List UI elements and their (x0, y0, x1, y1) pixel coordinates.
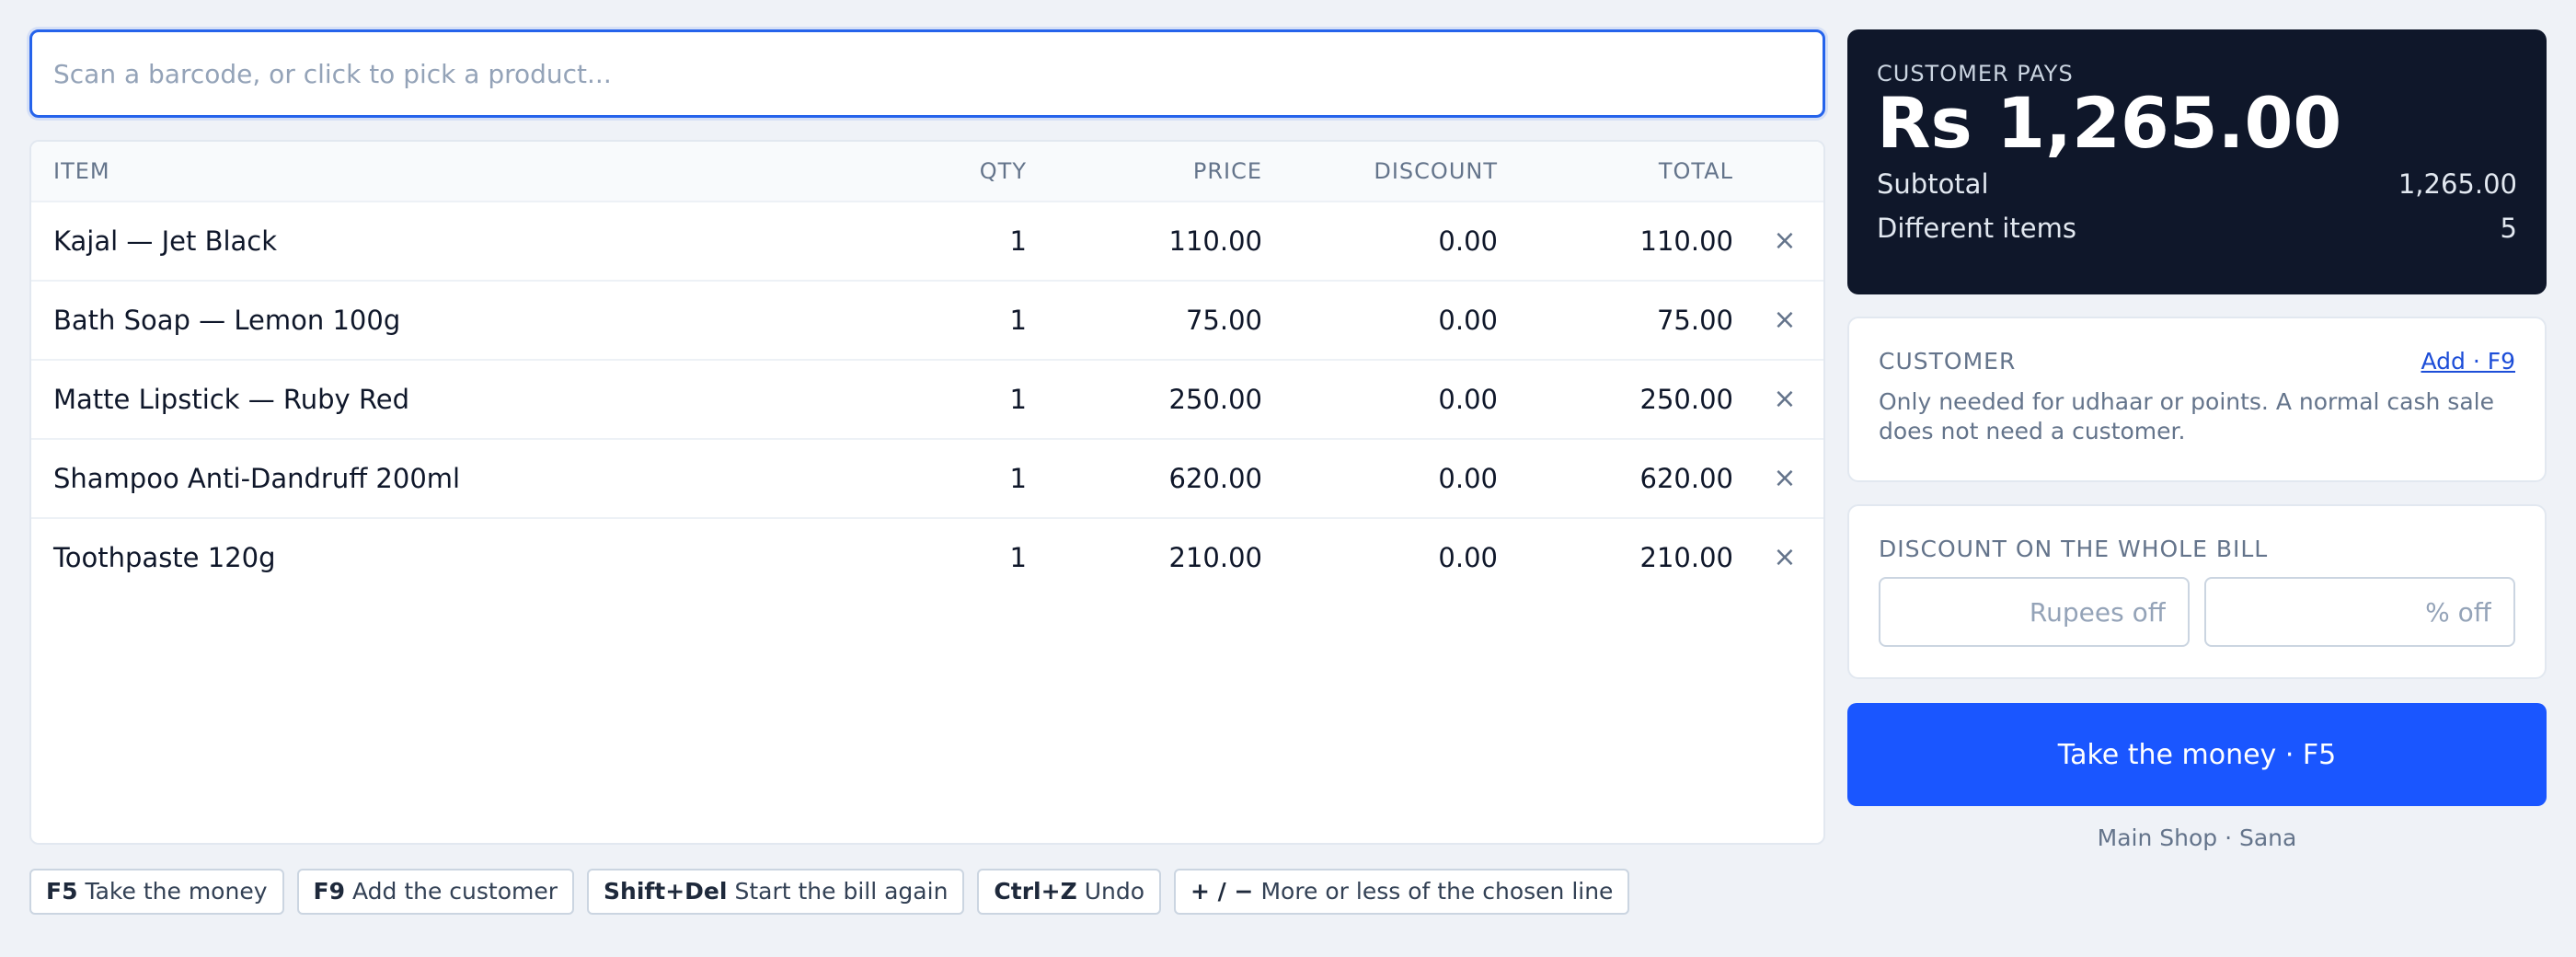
close-icon: × (1773, 541, 1797, 573)
shortcut-take-money: F5 Take the money (29, 869, 284, 915)
column-header-qty: QTY (979, 158, 1027, 184)
close-icon: × (1773, 304, 1797, 336)
item-qty: 1 (1009, 542, 1027, 573)
item-price: 110.00 (1168, 225, 1262, 257)
remove-line-button[interactable]: × (1766, 381, 1803, 418)
shortcut-start-again: Shift+Del Start the bill again (587, 869, 965, 915)
item-total: 75.00 (1656, 305, 1733, 336)
rupees-off-input[interactable] (1879, 577, 2190, 647)
table-row[interactable]: Matte Lipstick — Ruby Red 1 250.00 0.00 … (31, 361, 1823, 440)
product-search[interactable] (29, 29, 1825, 118)
shortcut-key: Ctrl+Z (994, 878, 1077, 905)
item-name: Matte Lipstick — Ruby Red (53, 384, 410, 415)
percent-off-input[interactable] (2204, 577, 2515, 647)
item-price: 250.00 (1168, 384, 1262, 415)
pos-app: ITEM QTY PRICE DISCOUNT TOTAL Kajal — Je… (0, 0, 2576, 957)
item-total: 620.00 (1639, 463, 1733, 494)
total-summary-card: CUSTOMER PAYS Rs 1,265.00 Subtotal 1,265… (1847, 29, 2547, 294)
item-count-line: Different items 5 (1877, 206, 2517, 250)
shortcut-key: F9 (313, 878, 345, 905)
item-price: 210.00 (1168, 542, 1262, 573)
keyboard-shortcuts-bar: F5 Take the money F9 Add the customer Shif… (29, 869, 1630, 915)
remove-line-button[interactable]: × (1766, 539, 1803, 576)
add-customer-link[interactable]: Add · F9 (2421, 348, 2515, 375)
close-icon: × (1773, 383, 1797, 415)
shortcut-label: Start the bill again (734, 878, 949, 905)
item-name: Shampoo Anti-Dandruff 200ml (53, 463, 461, 494)
table-row[interactable]: Kajal — Jet Black 1 110.00 0.00 110.00 × (31, 202, 1823, 282)
shortcut-undo: Ctrl+Z Undo (977, 869, 1162, 915)
column-header-discount: DISCOUNT (1374, 158, 1498, 184)
item-name: Toothpaste 120g (53, 542, 276, 573)
shortcut-add-customer: F9 Add the customer (296, 869, 575, 915)
discount-inputs (1879, 577, 2515, 647)
item-total: 110.00 (1639, 225, 1733, 257)
bill-items-table: ITEM QTY PRICE DISCOUNT TOTAL Kajal — Je… (29, 140, 1825, 845)
item-count-label: Different items (1877, 213, 2076, 244)
customer-card: CUSTOMER Add · F9 Only needed for udhaar… (1847, 317, 2547, 482)
take-money-button[interactable]: Take the money · F5 (1847, 703, 2547, 806)
shortcut-label: Add the customer (351, 878, 558, 905)
column-header-price: PRICE (1192, 158, 1262, 184)
customer-note: Only needed for udhaar or points. A norm… (1879, 388, 2494, 444)
subtotal-line: Subtotal 1,265.00 (1877, 162, 2517, 206)
item-total: 250.00 (1639, 384, 1733, 415)
item-discount: 0.00 (1438, 463, 1498, 494)
remove-line-button[interactable]: × (1766, 223, 1803, 259)
column-header-total: TOTAL (1658, 158, 1733, 184)
customer-card-header: CUSTOMER Add · F9 (1879, 348, 2515, 375)
subtotal-label: Subtotal (1877, 168, 1989, 200)
item-qty: 1 (1009, 384, 1027, 415)
close-icon: × (1773, 225, 1797, 257)
item-discount: 0.00 (1438, 384, 1498, 415)
shortcut-label: Take the money (85, 878, 268, 905)
item-count-value: 5 (2500, 213, 2517, 244)
item-qty: 1 (1009, 225, 1027, 257)
customer-label: CUSTOMER (1879, 348, 2017, 375)
column-header-item: ITEM (53, 158, 110, 184)
item-discount: 0.00 (1438, 225, 1498, 257)
discount-label: DISCOUNT ON THE WHOLE BILL (1879, 536, 2269, 562)
shortcut-key: F5 (46, 878, 78, 905)
item-discount: 0.00 (1438, 305, 1498, 336)
shortcut-key: + / − (1190, 878, 1254, 905)
shortcut-quantity: + / − More or less of the chosen line (1174, 869, 1630, 915)
table-row[interactable]: Bath Soap — Lemon 100g 1 75.00 0.00 75.0… (31, 282, 1823, 361)
item-name: Bath Soap — Lemon 100g (53, 305, 401, 336)
shortcut-label: Undo (1084, 878, 1145, 905)
subtotal-value: 1,265.00 (2398, 168, 2517, 200)
remove-line-button[interactable]: × (1766, 302, 1803, 339)
item-qty: 1 (1009, 305, 1027, 336)
item-qty: 1 (1009, 463, 1027, 494)
item-discount: 0.00 (1438, 542, 1498, 573)
shop-cashier-info: Main Shop · Sana (2097, 824, 2297, 851)
item-price: 620.00 (1168, 463, 1262, 494)
shortcut-key: Shift+Del (604, 878, 728, 905)
remove-line-button[interactable]: × (1766, 460, 1803, 497)
table-header: ITEM QTY PRICE DISCOUNT TOTAL (31, 142, 1823, 202)
bill-discount-card: DISCOUNT ON THE WHOLE BILL (1847, 504, 2547, 679)
search-input[interactable] (53, 32, 1823, 115)
item-price: 75.00 (1185, 305, 1262, 336)
table-row[interactable]: Toothpaste 120g 1 210.00 0.00 210.00 × (31, 519, 1823, 598)
table-row[interactable]: Shampoo Anti-Dandruff 200ml 1 620.00 0.0… (31, 440, 1823, 519)
item-name: Kajal — Jet Black (53, 225, 278, 257)
item-total: 210.00 (1639, 542, 1733, 573)
close-icon: × (1773, 462, 1797, 494)
shortcut-label: More or less of the chosen line (1260, 878, 1614, 905)
customer-pays-amount: Rs 1,265.00 (1877, 82, 2342, 164)
